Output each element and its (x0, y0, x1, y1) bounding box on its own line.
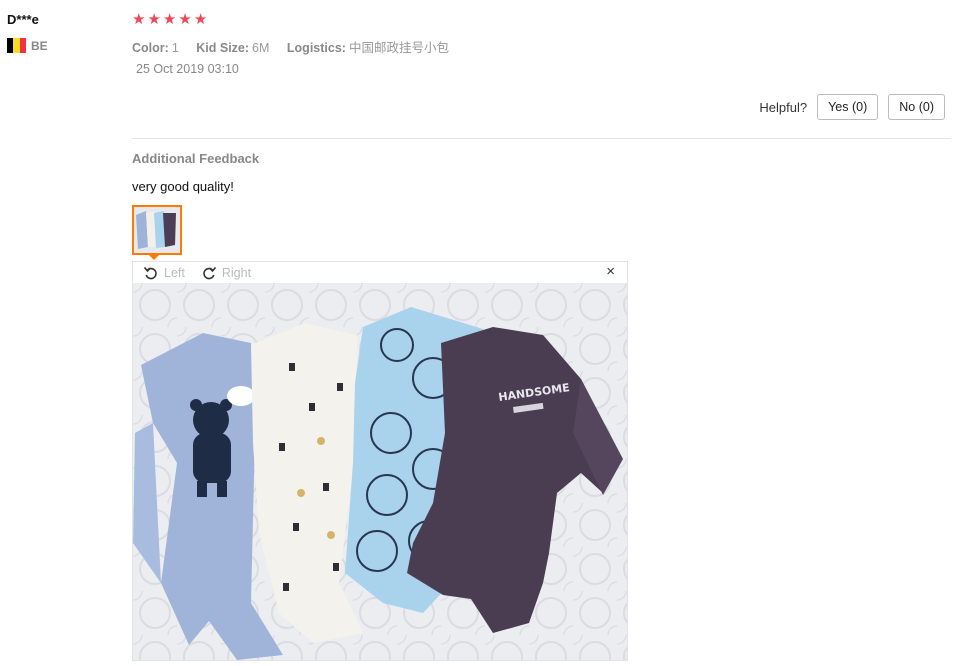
sku-info: Color: 1 Kid Size: 6M Logistics: 中国邮政挂号小包 (132, 37, 463, 56)
star-icon: ★ (162, 11, 177, 28)
reviewer-country: BE (7, 38, 48, 53)
feedback-image-thumbnail[interactable] (132, 205, 182, 255)
feedback-photo: HANDSOME (133, 283, 627, 660)
helpful-label: Helpful? (759, 99, 808, 115)
country-code: BE (31, 38, 48, 53)
rotate-right-icon (203, 266, 216, 279)
logistics-key: Logistics: (286, 41, 346, 55)
helpful-yes-button[interactable]: Yes (0) (817, 94, 879, 120)
star-icon: ★ (147, 11, 161, 28)
additional-feedback-text: very good quality! (132, 179, 234, 194)
close-icon[interactable]: × (606, 263, 615, 280)
helpful-no-button[interactable]: No (0) (888, 94, 945, 120)
image-viewer-toolbar: Left Right × (133, 262, 627, 283)
kid-size-value: 6M (252, 41, 270, 55)
review-date: 25 Oct 2019 03:10 (136, 62, 239, 76)
divider (132, 138, 951, 139)
star-icon: ★ (193, 11, 208, 28)
star-icon: ★ (178, 11, 192, 28)
rotate-left-label: Left (164, 265, 185, 280)
kid-size-key: Kid Size: (196, 41, 250, 55)
star-icon: ★ (132, 11, 146, 28)
reviewer-name: D***e (7, 12, 39, 27)
helpful-vote: Helpful? Yes (0) No (0) (759, 94, 945, 120)
rotate-right-label: Right (221, 265, 252, 280)
rotate-left-button[interactable]: Left (143, 265, 185, 281)
star-rating: ★ ★ ★ ★ ★ (132, 12, 207, 28)
rotate-right-button[interactable]: Right (201, 265, 251, 281)
color-value: 1 (171, 41, 179, 55)
color-key: Color: (132, 41, 169, 55)
logistics-value: 中国邮政挂号小包 (348, 41, 449, 55)
belgium-flag-icon (7, 38, 26, 53)
thumbnail-pointer (148, 254, 160, 260)
image-viewer: Left Right × HANDSOME (132, 261, 628, 661)
additional-feedback-title: Additional Feedback (132, 151, 260, 166)
rotate-left-icon (143, 266, 157, 279)
